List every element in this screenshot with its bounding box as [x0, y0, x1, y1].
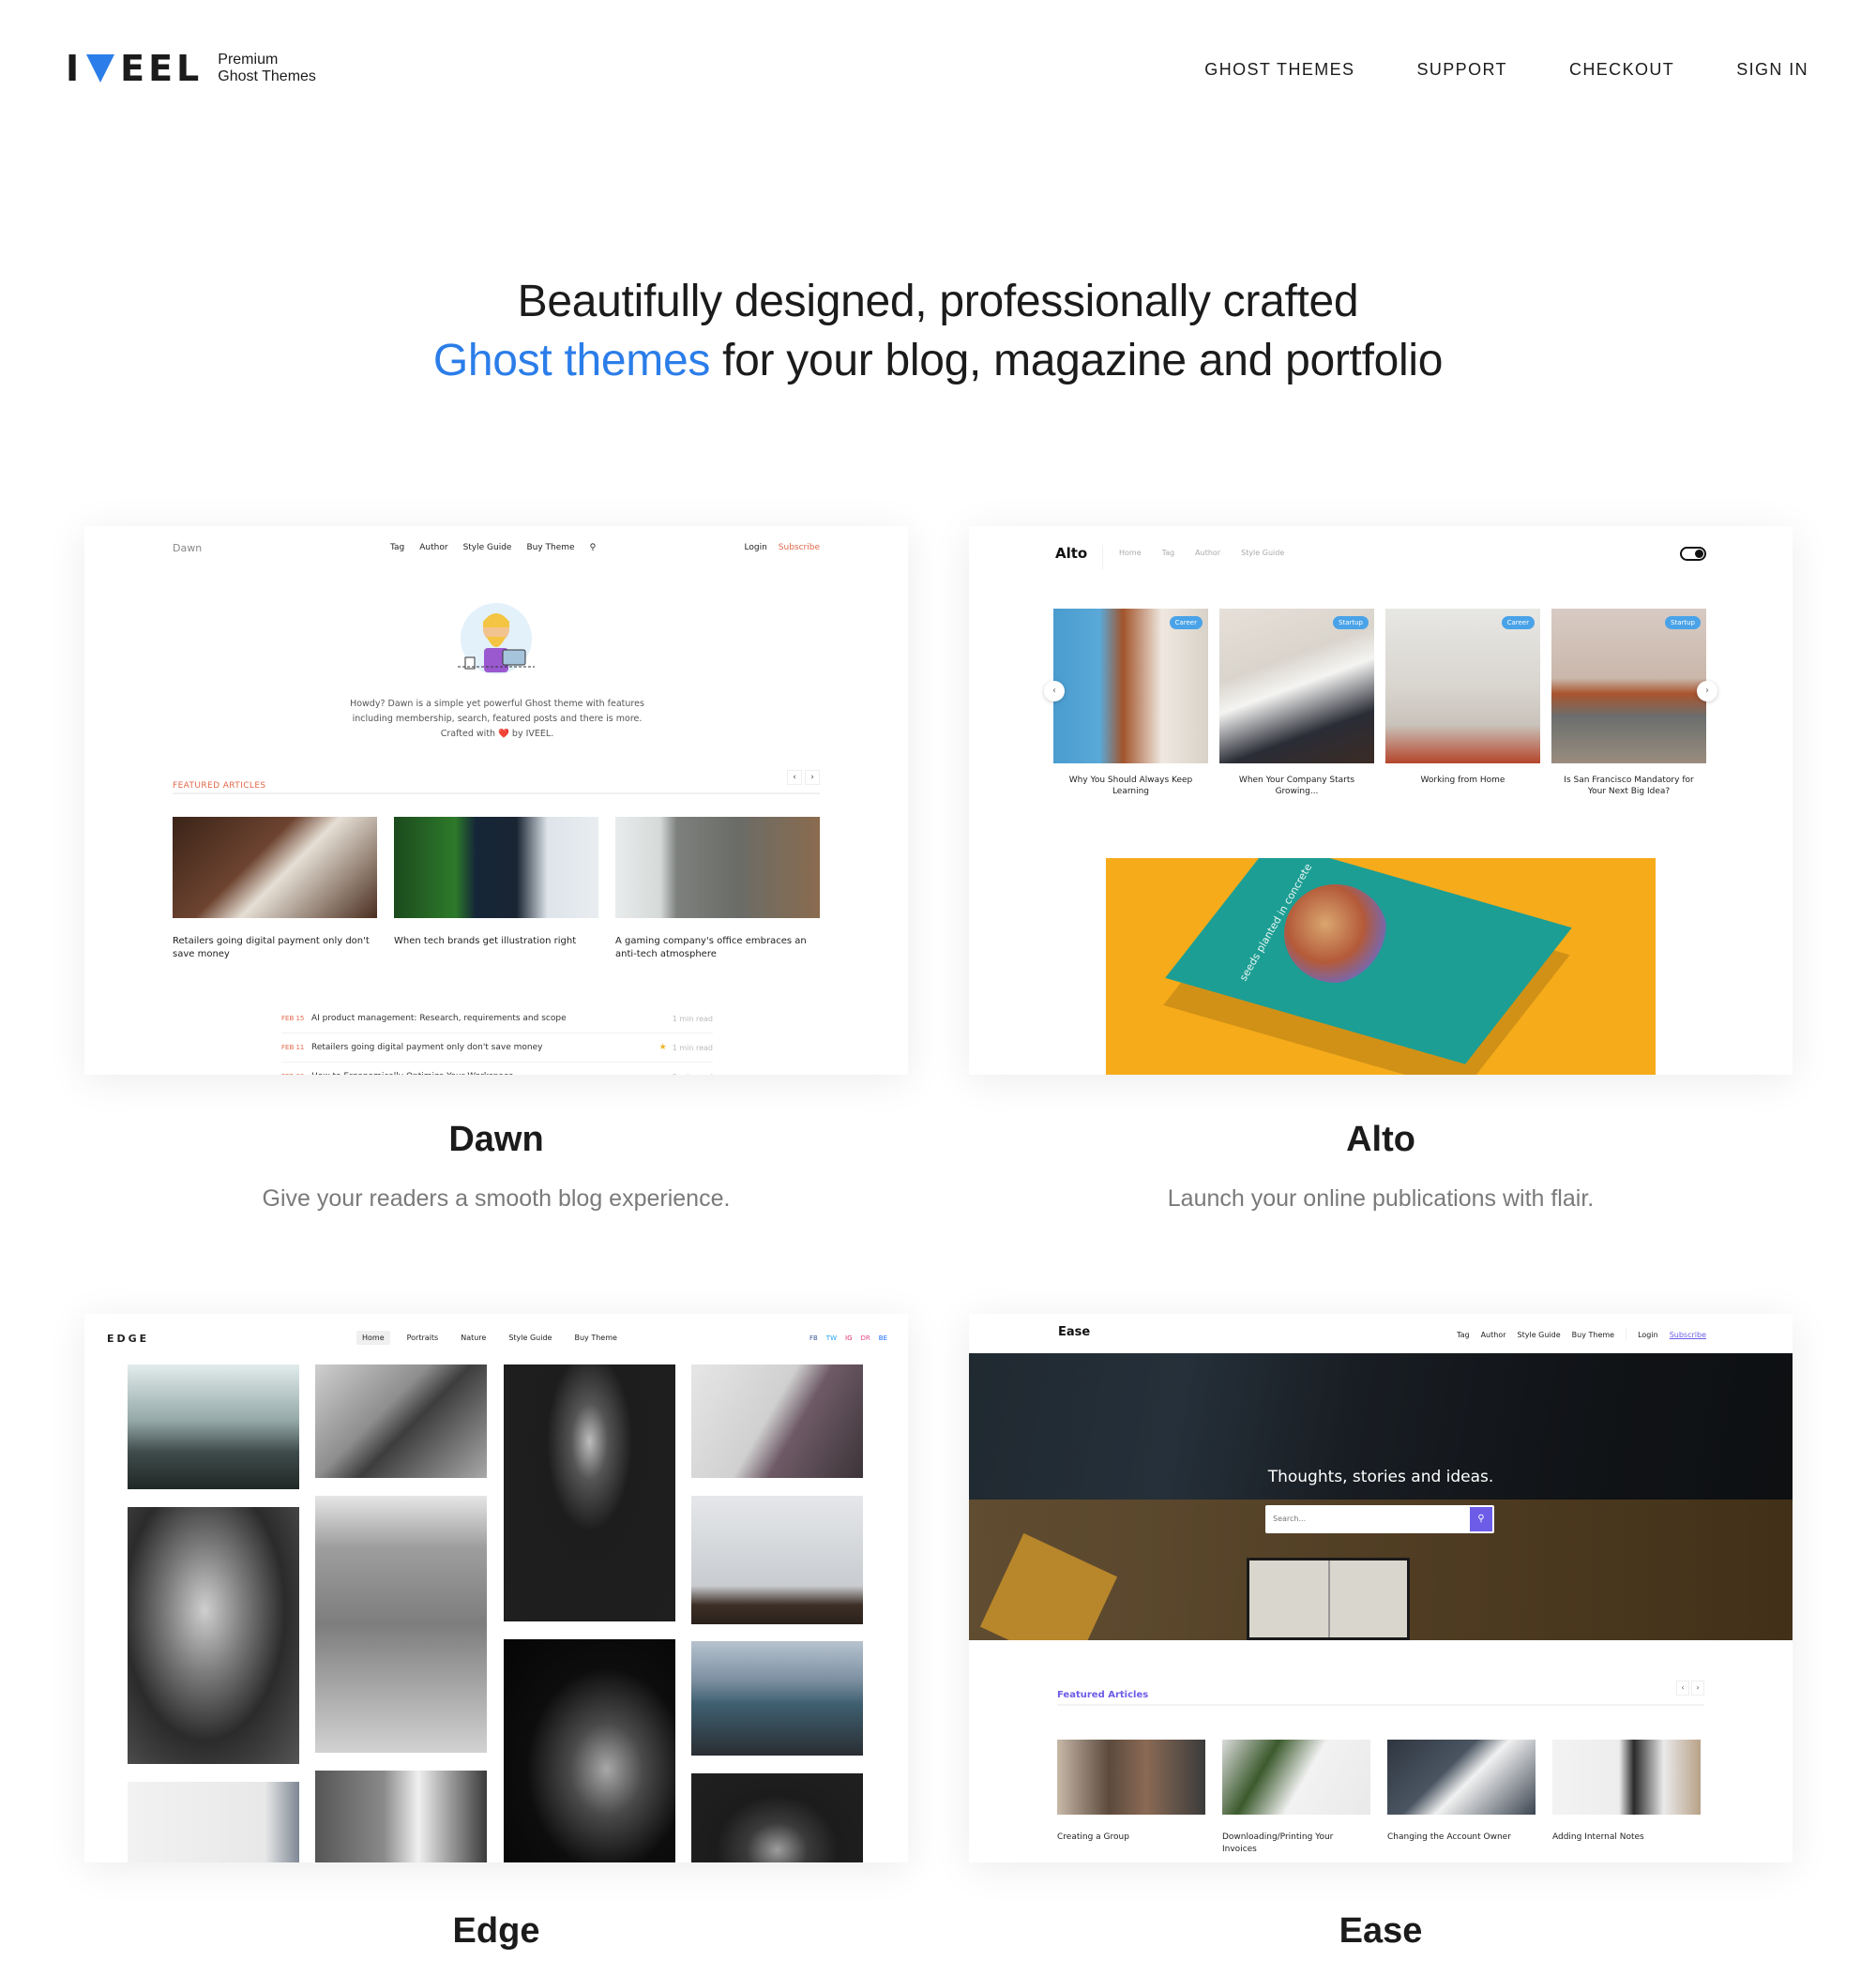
tag-badge: Startup: [1665, 616, 1701, 629]
hero-banner: Thoughts, stories and ideas. ⚲: [969, 1353, 1793, 1640]
slide-image: Career: [1385, 609, 1540, 763]
slide-item: Career Why You Should Always Keep Learni…: [1053, 609, 1208, 797]
post-image: [394, 817, 598, 918]
preview-logo: Alto: [1055, 545, 1104, 569]
tag-badge: Career: [1169, 616, 1203, 629]
featured-post: Retailers going digital payment only don…: [173, 817, 377, 961]
chevron-left-icon: ‹: [1676, 1681, 1689, 1696]
post-image: [1387, 1740, 1536, 1815]
dark-mode-toggle-icon: [1680, 547, 1706, 561]
preview-nav: Tag Author Style Guide Buy Theme Login S…: [1457, 1328, 1706, 1341]
list-item: FEB 08 How to Ergonomically Optimize You…: [281, 1063, 713, 1075]
featured-posts: Retailers going digital payment only don…: [173, 817, 820, 961]
theme-description: Launch your online publications with fla…: [1167, 1185, 1595, 1212]
gallery-image: [128, 1364, 299, 1489]
theme-preview-edge[interactable]: EDGE Home Portraits Nature Style Guide B…: [84, 1314, 908, 1862]
gallery-image: [315, 1771, 487, 1862]
slider: Career Why You Should Always Keep Learni…: [1053, 609, 1706, 797]
list-item: FEB 15 AI product management: Research, …: [281, 1004, 713, 1033]
post-image: [615, 817, 820, 918]
gallery-image: [504, 1364, 675, 1621]
preview-account: Login Subscribe: [744, 543, 821, 552]
preview-nav: Home Portraits Nature Style Guide Buy Th…: [356, 1331, 623, 1345]
featured-header: Featured Articles ‹ ›: [1057, 1681, 1704, 1706]
preview-intro: Howdy? Dawn is a simple yet powerful Gho…: [350, 699, 644, 739]
nav-checkout[interactable]: CHECKOUT: [1569, 60, 1674, 80]
post-image: [1222, 1740, 1370, 1815]
theme-preview-ease[interactable]: Ease Tag Author Style Guide Buy Theme Lo…: [969, 1314, 1793, 1862]
featured-image: seeds planted in concrete: [1106, 858, 1656, 1075]
gallery-image: [691, 1496, 863, 1624]
gallery-image: [315, 1496, 487, 1753]
theme-name[interactable]: Alto: [969, 1120, 1793, 1160]
open-book-image: [1247, 1558, 1410, 1640]
illustration-avatar-icon: [458, 603, 535, 674]
featured-post: Downloading/Printing Your Invoices: [1222, 1740, 1370, 1856]
chevron-right-icon: ›: [805, 770, 820, 785]
theme-name[interactable]: Edge: [84, 1911, 908, 1952]
chevron-left-icon: ‹: [1044, 681, 1065, 701]
flower-collage: [1284, 884, 1387, 983]
chevron-right-icon: ›: [1697, 681, 1717, 701]
slide-image: Career: [1053, 609, 1208, 763]
nav-ghost-themes[interactable]: GHOST THEMES: [1204, 60, 1354, 80]
slide-item: Startup When Your Company Starts Growing…: [1219, 609, 1374, 797]
slide-image: Startup: [1219, 609, 1374, 763]
slide-item: Startup Is San Francisco Mandatory for Y…: [1551, 609, 1706, 797]
preview-logo: EDGE: [107, 1333, 150, 1345]
main-nav: GHOST THEMES SUPPORT CHECKOUT SIGN IN: [1204, 60, 1808, 80]
logo-tagline: Premium Ghost Themes: [218, 52, 316, 84]
featured-posts: Creating a Group Downloading/Printing Yo…: [1057, 1740, 1701, 1856]
nav-support[interactable]: SUPPORT: [1416, 60, 1507, 80]
search-icon: ⚲: [589, 543, 597, 552]
search-box: ⚲: [1265, 1505, 1494, 1533]
gallery-image: [128, 1507, 299, 1764]
slide-item: Career Working from Home: [1385, 609, 1540, 797]
tag-badge: Startup: [1333, 616, 1369, 629]
hero-title: Thoughts, stories and ideas.: [1267, 1468, 1494, 1486]
hero-accent: Ghost themes: [432, 336, 711, 385]
post-image: [173, 817, 377, 918]
theme-name[interactable]: Dawn: [84, 1120, 908, 1160]
theme-preview-dawn[interactable]: Dawn Tag Author Style Guide Buy Theme ⚲ …: [84, 526, 908, 1075]
theme-description: Give your readers a smooth blog experien…: [262, 1185, 731, 1212]
gallery-image: [128, 1782, 299, 1862]
featured-post: When tech brands get illustration right: [394, 817, 598, 961]
logo[interactable]: I EEL Premium Ghost Themes: [66, 51, 316, 86]
gallery-image: [504, 1639, 675, 1862]
list-item: FEB 11 Retailers going digital payment o…: [281, 1033, 713, 1063]
preview-nav: Home Tag Author Style Guide: [1119, 549, 1285, 557]
featured-post: Changing the Account Owner: [1387, 1740, 1536, 1856]
site-header: I EEL Premium Ghost Themes GHOST THEMES …: [0, 0, 1876, 141]
preview-nav: Tag Author Style Guide Buy Theme ⚲: [390, 543, 597, 552]
logo-wordmark: I EEL: [66, 48, 204, 89]
featured-post: Creating a Group: [1057, 1740, 1205, 1856]
social-links: FB TW IG DR BE: [809, 1334, 887, 1342]
theme-name[interactable]: Ease: [969, 1911, 1793, 1952]
logo-triangle-icon: [86, 54, 115, 83]
gallery-image: [315, 1364, 487, 1478]
tag-badge: Career: [1501, 616, 1535, 629]
slide-image: Startup: [1551, 609, 1706, 763]
post-image: [1057, 1740, 1205, 1815]
featured-post: A gaming company's office embraces an an…: [615, 817, 820, 961]
gallery-image: [691, 1773, 863, 1862]
preview-logo: Ease: [1058, 1325, 1091, 1339]
theme-preview-alto[interactable]: Alto Home Tag Author Style Guide Career …: [969, 526, 1793, 1075]
featured-post: Adding Internal Notes: [1552, 1740, 1701, 1856]
star-icon: ★: [658, 1043, 667, 1052]
chevron-left-icon: ‹: [787, 770, 802, 785]
gallery-image: [691, 1641, 863, 1756]
nav-sign-in[interactable]: SIGN IN: [1736, 60, 1808, 80]
hero-headline: Beautifully designed, professionally cra…: [432, 277, 1444, 385]
chevron-right-icon: ›: [1691, 1681, 1704, 1696]
preview-logo: Dawn: [173, 542, 203, 554]
search-input: [1265, 1505, 1453, 1531]
post-image: [1552, 1740, 1701, 1815]
search-icon: ⚲: [1470, 1507, 1492, 1531]
post-list: FEB 15 AI product management: Research, …: [281, 1004, 713, 1075]
featured-header: FEATURED ARTICLES ‹ ›: [173, 770, 820, 794]
gallery-image: [691, 1364, 863, 1478]
